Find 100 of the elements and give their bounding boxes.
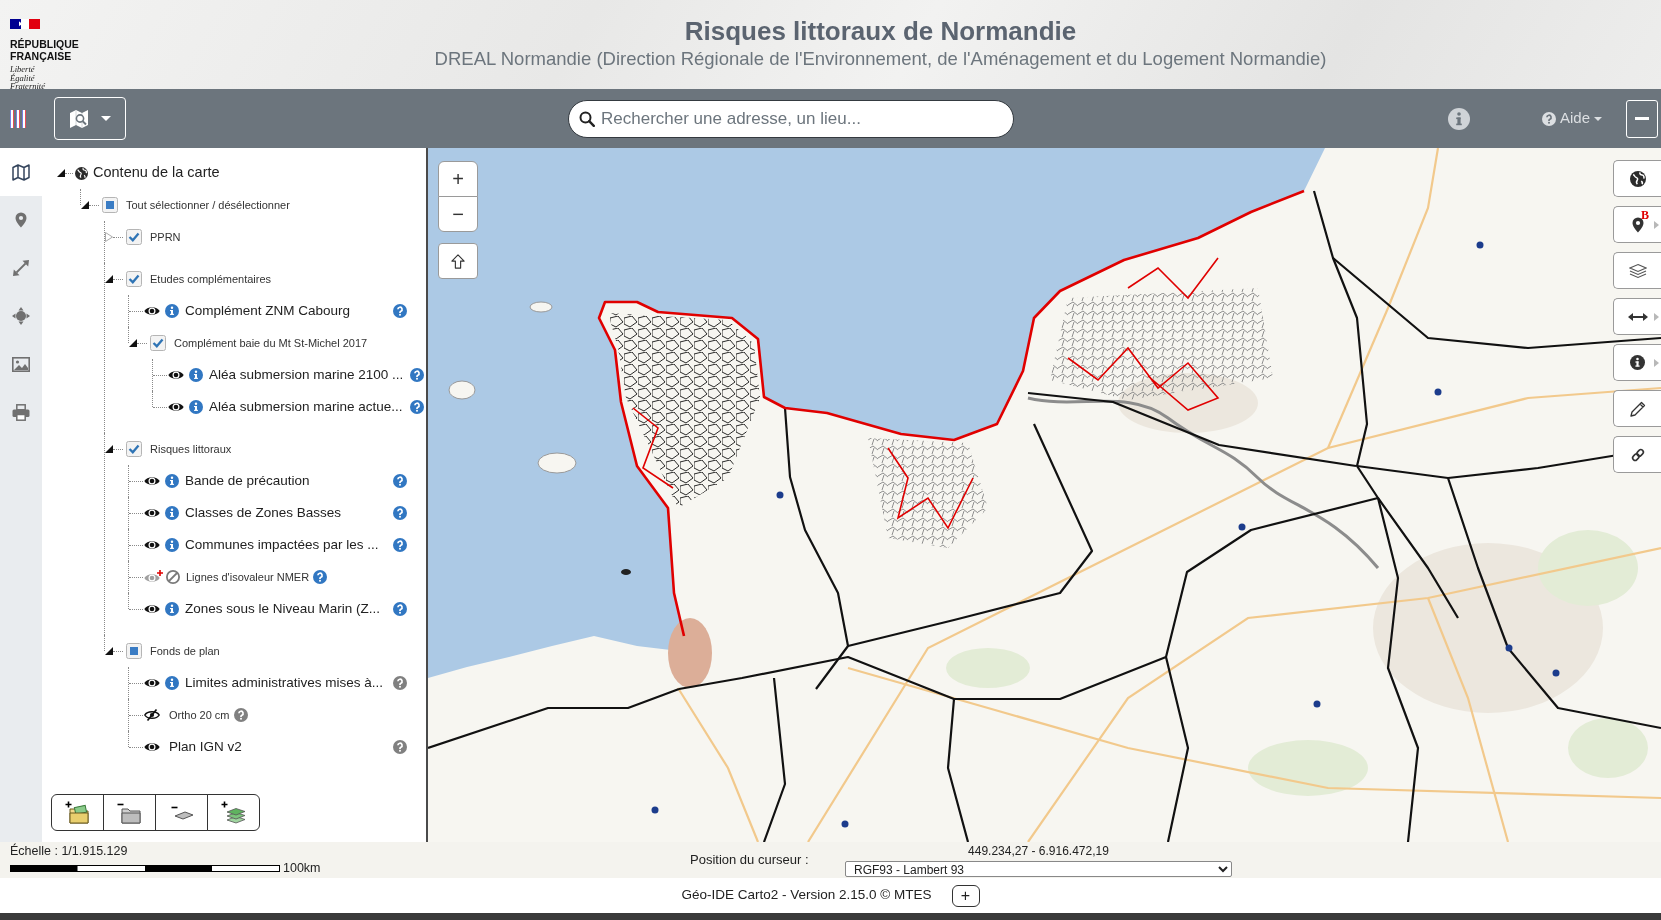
layer-label[interactable]: Communes impactées par les ... — [185, 534, 379, 556]
map-tool-button[interactable]: B — [1613, 206, 1661, 243]
town-dot-icon — [1505, 644, 1513, 652]
eye-icon[interactable] — [144, 677, 160, 689]
globe-icon — [1629, 170, 1646, 187]
tree-toggle-icon[interactable] — [129, 339, 137, 347]
page-subtitle: DREAL Normandie (Direction Régionale de l'Environnement, de l'Aménagement et du Logement Normandie) — [433, 47, 1328, 71]
eye-icon[interactable] — [144, 741, 160, 753]
island — [448, 380, 476, 400]
layer-tool-button[interactable] — [51, 794, 104, 831]
search-field[interactable]: Rechercher une adresse, un lieu... — [568, 99, 1014, 138]
layer-tool-button[interactable] — [155, 794, 208, 831]
eye-icon[interactable] — [144, 507, 160, 519]
layer-label[interactable]: Lignes d'isovaleur NMER — [186, 568, 310, 586]
cursor-position-label: Position du curseur : — [690, 852, 809, 867]
eye-icon[interactable] — [144, 603, 160, 615]
zoom-out-button[interactable]: − — [438, 196, 478, 232]
group-label[interactable]: Etudes complémentaires — [150, 270, 272, 288]
eye-icon[interactable] — [168, 401, 184, 413]
info-icon[interactable] — [165, 602, 179, 616]
layer-label[interactable]: Zones sous le Niveau Marin (Z... — [185, 598, 381, 620]
layer-label[interactable]: Aléa submersion marine 2100 ... — [209, 364, 404, 386]
layer-tool-button[interactable] — [207, 794, 260, 831]
tree-toggle-icon[interactable] — [105, 647, 113, 655]
help-icon[interactable] — [393, 740, 407, 754]
caret-icon — [101, 116, 111, 121]
group-label[interactable]: Complément baie du Mt St-Michel 2017 — [174, 334, 368, 352]
info-icon[interactable] — [165, 506, 179, 520]
layer-label[interactable]: Limites administratives mises à... — [185, 672, 384, 694]
crosshair-icon — [12, 307, 30, 325]
info-icon — [1630, 355, 1645, 370]
info-icon[interactable] — [165, 676, 179, 690]
version-text: Géo-IDE Carto2 - Version 2.15.0 © MTES — [681, 886, 932, 905]
layer-tool-button[interactable] — [103, 794, 156, 831]
group-label[interactable]: Fonds de plan — [150, 642, 220, 660]
menu-icon[interactable] — [10, 109, 26, 128]
layer-label[interactable]: Aléa submersion marine actue... — [209, 396, 403, 418]
eye-icon[interactable] — [168, 369, 184, 381]
help-icon[interactable] — [393, 538, 407, 552]
tree-toggle-icon[interactable] — [57, 169, 65, 177]
help-icon[interactable] — [410, 368, 424, 382]
map-tool-button[interactable] — [1613, 298, 1661, 335]
help-icon[interactable] — [393, 602, 407, 616]
layer-label[interactable]: Complément ZNM Cabourg — [185, 300, 351, 322]
eye-slash-icon[interactable] — [144, 709, 160, 721]
info-icon[interactable] — [165, 474, 179, 488]
help-menu-button[interactable]: Aide — [1542, 107, 1603, 130]
tree-title[interactable]: Contenu de la carte — [93, 162, 220, 184]
map-search-dropdown[interactable] — [54, 97, 126, 140]
initial-view-button[interactable] — [438, 243, 478, 279]
map-tool-button[interactable] — [1613, 344, 1661, 381]
info-icon[interactable] — [189, 400, 203, 414]
minus-icon — [1635, 117, 1650, 120]
help-icon[interactable] — [233, 708, 248, 722]
zoom-in-button[interactable]: + — [438, 161, 478, 197]
expand-footer-button[interactable]: + — [951, 884, 980, 907]
group-label[interactable]: Tout sélectionner / désélectionner — [126, 196, 290, 214]
map-tool-button[interactable] — [1613, 436, 1661, 473]
map-search-icon — [69, 108, 89, 129]
help-icon[interactable] — [313, 570, 328, 584]
info-icon[interactable] — [1448, 107, 1470, 130]
scale-distance: 100km — [283, 862, 321, 875]
info-icon[interactable] — [189, 368, 203, 382]
eye-icon[interactable] — [144, 539, 160, 551]
layer-label[interactable]: Bande de précaution — [185, 470, 310, 492]
help-icon[interactable] — [393, 506, 407, 520]
tree-toggle-icon[interactable] — [81, 201, 89, 209]
group-label[interactable]: Risques littoraux — [150, 440, 232, 458]
layer-label[interactable]: Ortho 20 cm — [169, 706, 230, 724]
add-folder-icon — [64, 800, 91, 825]
tree-toggle-icon[interactable] — [105, 275, 113, 283]
help-icon[interactable] — [393, 304, 407, 318]
island — [537, 452, 577, 474]
eye-icon[interactable] — [144, 475, 160, 487]
help-icon[interactable] — [393, 474, 407, 488]
checkbox[interactable] — [102, 197, 118, 213]
page-title: Risques littoraux de Normandie — [683, 15, 1078, 47]
sidebar-tab[interactable] — [0, 148, 42, 196]
projection-select[interactable]: RGF93 - Lambert 93 — [845, 861, 1232, 877]
checkbox[interactable] — [126, 229, 142, 245]
checkbox[interactable] — [126, 643, 142, 659]
checkbox[interactable] — [126, 271, 142, 287]
tree-toggle-icon[interactable] — [105, 232, 113, 242]
help-icon[interactable] — [393, 676, 407, 690]
eye-icon[interactable] — [144, 305, 160, 317]
island — [529, 301, 553, 313]
group-label[interactable]: PPRN — [150, 228, 181, 246]
layer-label[interactable]: Plan IGN v2 — [169, 736, 242, 758]
info-icon[interactable] — [165, 304, 179, 318]
checkbox[interactable] — [126, 441, 142, 457]
help-icon[interactable] — [410, 400, 424, 414]
tree-toggle-icon[interactable] — [105, 445, 113, 453]
map-tool-button[interactable] — [1613, 160, 1661, 197]
layer-label[interactable]: Classes de Zones Basses — [185, 502, 342, 524]
checkbox[interactable] — [150, 335, 166, 351]
town-dot-icon — [776, 491, 784, 499]
info-icon[interactable] — [165, 538, 179, 552]
collapse-button[interactable] — [1626, 99, 1659, 138]
scale-label: Échelle : 1/1.915.129 — [10, 844, 129, 858]
double-arrow-icon — [1627, 311, 1648, 322]
